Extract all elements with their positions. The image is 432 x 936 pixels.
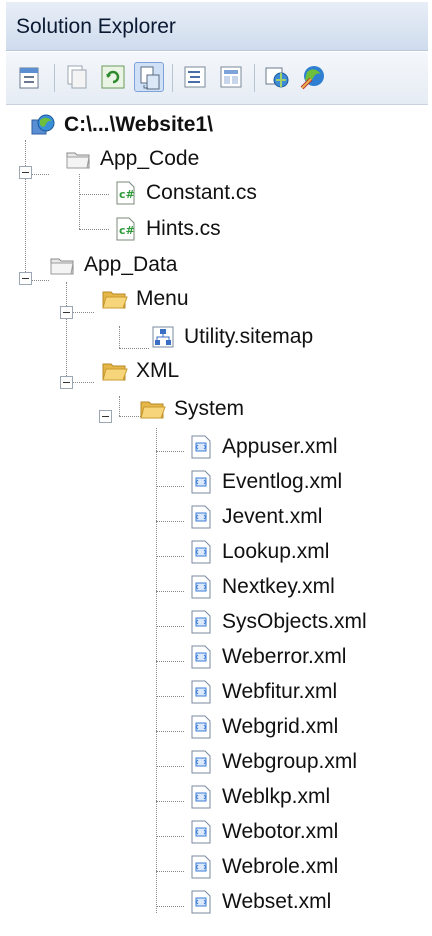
- folder-icon: [50, 252, 76, 278]
- file-label: Hints.cs: [146, 217, 221, 240]
- file-label: Eventlog.xml: [222, 470, 343, 493]
- file-label: Constant.cs: [146, 181, 257, 204]
- tree-file-xml[interactable]: Webgrid.xml: [188, 710, 338, 744]
- tree-file-xml[interactable]: Weberror.xml: [188, 640, 346, 674]
- tree-file-utility-sitemap[interactable]: Utility.sitemap: [150, 320, 313, 354]
- panel-title: Solution Explorer: [16, 15, 176, 38]
- xml-file-icon: [188, 469, 214, 495]
- xml-file-icon: [188, 644, 214, 670]
- expander-xml[interactable]: [60, 376, 73, 389]
- tree-file-xml[interactable]: Appuser.xml: [188, 430, 338, 464]
- view-code-icon[interactable]: [180, 62, 210, 92]
- xml-file-icon: [188, 434, 214, 460]
- asp-net-configuration-icon[interactable]: [298, 62, 328, 92]
- xml-file-icon: [188, 854, 214, 880]
- tree-file-xml[interactable]: Webset.xml: [188, 885, 331, 919]
- file-label: Webgrid.xml: [222, 715, 339, 738]
- expander-app-code[interactable]: [19, 166, 32, 179]
- xml-file-icon: [188, 784, 214, 810]
- xml-file-icon: [188, 679, 214, 705]
- file-label: Webgroup.xml: [222, 750, 358, 773]
- file-label: Nextkey.xml: [222, 575, 335, 598]
- folder-open-icon: [140, 396, 166, 422]
- tree-folder-system[interactable]: System: [140, 392, 244, 426]
- tree-file-xml[interactable]: Lookup.xml: [188, 535, 329, 569]
- tree-file-xml[interactable]: Weblkp.xml: [188, 780, 330, 814]
- xml-file-icon: [188, 539, 214, 565]
- tree-root-label: C:\...\Website1\: [64, 113, 213, 136]
- tree-file-xml[interactable]: Webfitur.xml: [188, 675, 337, 709]
- expander-menu[interactable]: [60, 306, 73, 319]
- nest-related-files-icon[interactable]: [134, 62, 164, 92]
- solution-tree: C:\...\Website1\ App_Code c# Constant.cs: [6, 106, 428, 936]
- tree-file-xml[interactable]: Webgroup.xml: [188, 745, 357, 779]
- folder-label: System: [174, 397, 245, 420]
- folder-label: XML: [136, 359, 180, 382]
- tree-root-website[interactable]: C:\...\Website1\: [30, 108, 213, 142]
- xml-file-icon: [188, 819, 214, 845]
- refresh-icon[interactable]: [98, 62, 128, 92]
- file-label: Webfitur.xml: [222, 680, 338, 703]
- expander-system[interactable]: [99, 410, 112, 423]
- folder-label: App_Code: [100, 147, 200, 170]
- properties-icon[interactable]: [16, 62, 46, 92]
- expander-app-data[interactable]: [19, 272, 32, 285]
- tree-folder-app-code[interactable]: App_Code: [66, 142, 199, 176]
- file-label: Lookup.xml: [222, 540, 330, 563]
- tree-folder-menu[interactable]: Menu: [102, 282, 189, 316]
- xml-file-icon: [188, 574, 214, 600]
- tree-folder-xml[interactable]: XML: [102, 354, 179, 388]
- xml-file-icon: [188, 714, 214, 740]
- tree-file-xml[interactable]: Webrole.xml: [188, 850, 338, 884]
- file-label: Webset.xml: [222, 890, 332, 913]
- folder-label: Menu: [136, 287, 189, 310]
- tree-file-xml[interactable]: Eventlog.xml: [188, 465, 342, 499]
- xml-file-icon: [188, 504, 214, 530]
- file-label: Webotor.xml: [222, 820, 339, 843]
- folder-open-icon: [102, 358, 128, 384]
- file-label: Appuser.xml: [222, 435, 338, 458]
- copy-website-icon[interactable]: [262, 62, 292, 92]
- file-label: Weblkp.xml: [222, 785, 331, 808]
- csharp-file-icon: c#: [112, 216, 138, 242]
- tree-file-xml[interactable]: SysObjects.xml: [188, 605, 367, 639]
- svg-text:c#: c#: [119, 224, 135, 237]
- tree-file-xml[interactable]: Webotor.xml: [188, 815, 338, 849]
- tree-file-xml[interactable]: Nextkey.xml: [188, 570, 335, 604]
- toolbar: [6, 52, 428, 105]
- website-globe-icon: [30, 112, 56, 138]
- tree-file-constant-cs[interactable]: c# Constant.cs: [112, 176, 257, 210]
- file-label: Webrole.xml: [222, 855, 339, 878]
- xml-file-icon: [188, 609, 214, 635]
- title-bar: Solution Explorer: [6, 2, 428, 51]
- tree-folder-app-data[interactable]: App_Data: [50, 248, 177, 282]
- view-designer-icon[interactable]: [216, 62, 246, 92]
- show-all-files-icon[interactable]: [62, 62, 92, 92]
- folder-label: App_Data: [84, 253, 178, 276]
- file-label: Weberror.xml: [222, 645, 347, 668]
- file-label: Jevent.xml: [222, 505, 323, 528]
- sitemap-file-icon: [150, 324, 176, 350]
- svg-text:c#: c#: [119, 188, 135, 201]
- tree-file-xml[interactable]: Jevent.xml: [188, 500, 322, 534]
- csharp-file-icon: c#: [112, 180, 138, 206]
- file-label: SysObjects.xml: [222, 610, 367, 633]
- solution-explorer-panel: Solution Explorer C:\...\Website1\ App_C…: [0, 0, 432, 936]
- folder-icon: [66, 146, 92, 172]
- file-label: Utility.sitemap: [184, 325, 314, 348]
- xml-file-icon: [188, 889, 214, 915]
- tree-file-hints-cs[interactable]: c# Hints.cs: [112, 212, 221, 246]
- xml-file-icon: [188, 749, 214, 775]
- folder-open-icon: [102, 286, 128, 312]
